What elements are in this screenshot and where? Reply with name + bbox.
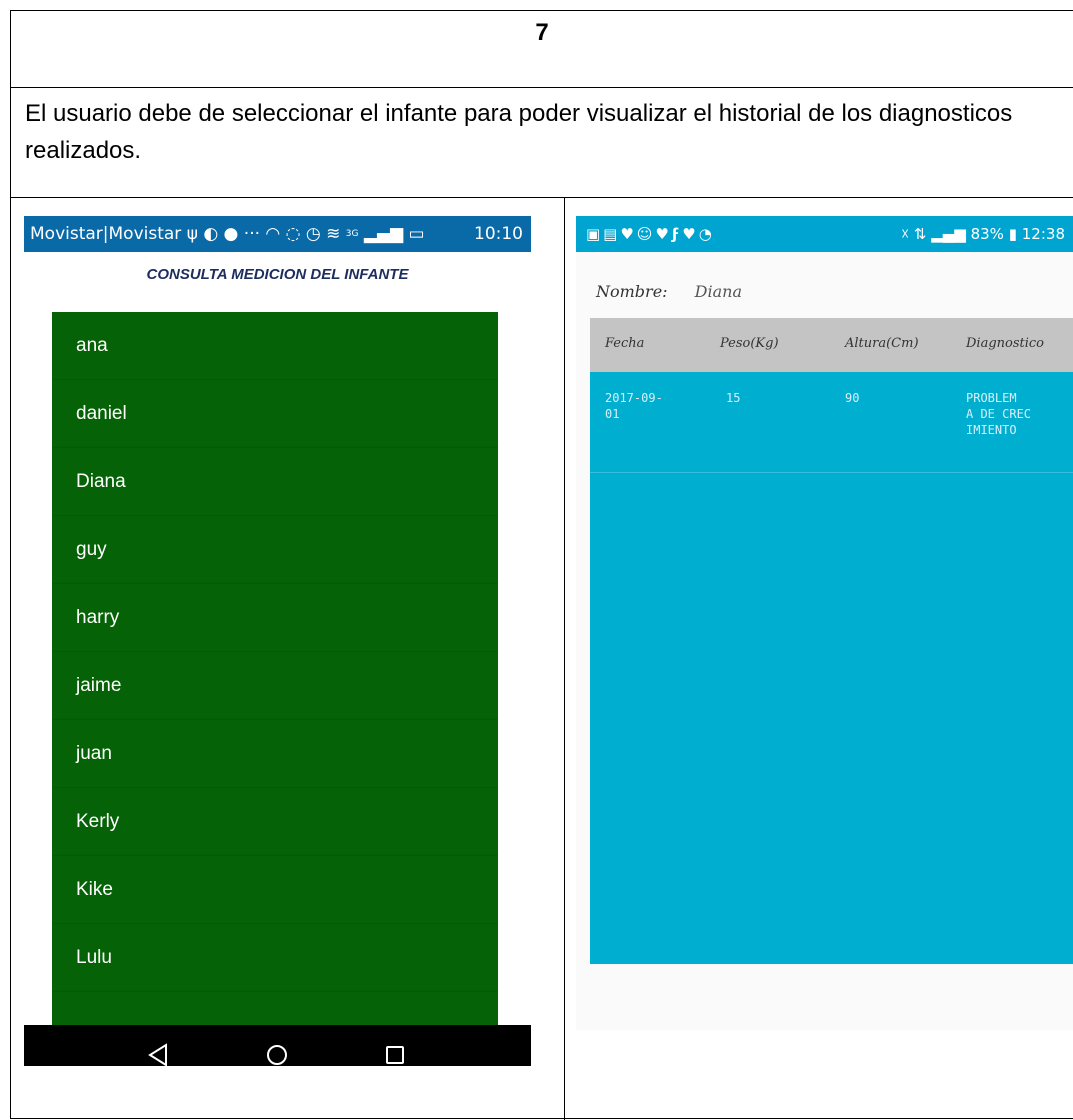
cell-peso: 15 [726, 391, 741, 405]
navigation-bar [24, 1025, 531, 1066]
name-row: Nombre: Diana [596, 282, 742, 301]
back-triangle-icon[interactable] [144, 1040, 174, 1066]
child-history-screen: ▣▤♥☺♥ϝ♥◔ ☓ ⇅ ▂▄▆ 83% ▮ 12:38 Nombre: Dia… [576, 216, 1073, 1030]
battery-icon: ▭ [408, 224, 425, 244]
description-row: El usuario debe de seleccionar el infant… [11, 87, 1073, 198]
screen-title: CONSULTA MEDICION DEL INFANTE [146, 266, 409, 283]
column-divider [564, 197, 565, 1120]
recents-square-icon[interactable] [380, 1040, 410, 1066]
column-header-altura: Altura(Cm) [845, 336, 919, 351]
name-value: Diana [694, 282, 742, 301]
list-item[interactable]: Diana [52, 448, 498, 516]
list-item[interactable]: guy [52, 516, 498, 584]
signal-icon: ▂▄▆ [363, 224, 404, 244]
carrier-label: Movistar|Movistar [30, 224, 182, 244]
list-item[interactable]: Kerly [52, 788, 498, 856]
list-item[interactable]: ana [52, 312, 498, 380]
battery-icon: ▮ [1008, 225, 1017, 243]
status-icons: ψ ◐ ● ··· ◠ ◌ ◷ [186, 224, 327, 244]
list-item[interactable]: Lulu [52, 924, 498, 992]
home-circle-icon[interactable] [262, 1040, 292, 1066]
cell-diagnostico: PROBLEM A DE CREC IMIENTO [966, 391, 1032, 437]
status-icons: ☓ ⇅ ▂▄▆ [901, 225, 971, 243]
notification-icons: ▣▤♥☺♥ϝ♥◔ [586, 225, 715, 243]
list-item[interactable]: harry [52, 584, 498, 652]
child-list[interactable]: ana daniel Diana guy harry jaime juan Ke… [52, 312, 498, 1032]
status-time: 10:10 [474, 224, 523, 244]
name-label: Nombre: [596, 282, 668, 301]
status-bar: ▣▤♥☺♥ϝ♥◔ ☓ ⇅ ▂▄▆ 83% ▮ 12:38 [576, 216, 1073, 252]
column-header-diagnostico: Diagnostico [966, 336, 1045, 351]
list-item[interactable]: Kike [52, 856, 498, 924]
network-label: 3G [345, 229, 359, 239]
child-list-screen: Movistar|Movistar ψ ◐ ● ··· ◠ ◌ ◷ ≋ 3G ▂… [24, 216, 531, 1066]
list-item[interactable]: daniel [52, 380, 498, 448]
cell-altura: 90 [845, 391, 860, 405]
status-time: 12:38 [1021, 225, 1065, 243]
table-row[interactable]: 2017-09- 01 15 90 PROBLEM A DE CREC IMIE… [590, 372, 1073, 473]
case-number-row: 7 [11, 11, 1073, 88]
status-bar: Movistar|Movistar ψ ◐ ● ··· ◠ ◌ ◷ ≋ 3G ▂… [24, 216, 531, 252]
column-header-peso: Peso(Kg) [720, 336, 779, 351]
list-item[interactable]: jaime [52, 652, 498, 720]
table-header: Fecha Peso(Kg) Altura(Cm) Diagnostico [590, 318, 1073, 372]
battery-label: 83% [970, 225, 1004, 243]
cell-fecha: 2017-09- 01 [605, 391, 663, 421]
case-number: 7 [535, 19, 549, 46]
list-item[interactable]: juan [52, 720, 498, 788]
history-table: Fecha Peso(Kg) Altura(Cm) Diagnostico 20… [590, 318, 1073, 964]
wifi-icon: ≋ [326, 224, 341, 244]
case-description: El usuario debe de seleccionar el infant… [25, 100, 1013, 164]
column-header-fecha: Fecha [605, 336, 645, 351]
